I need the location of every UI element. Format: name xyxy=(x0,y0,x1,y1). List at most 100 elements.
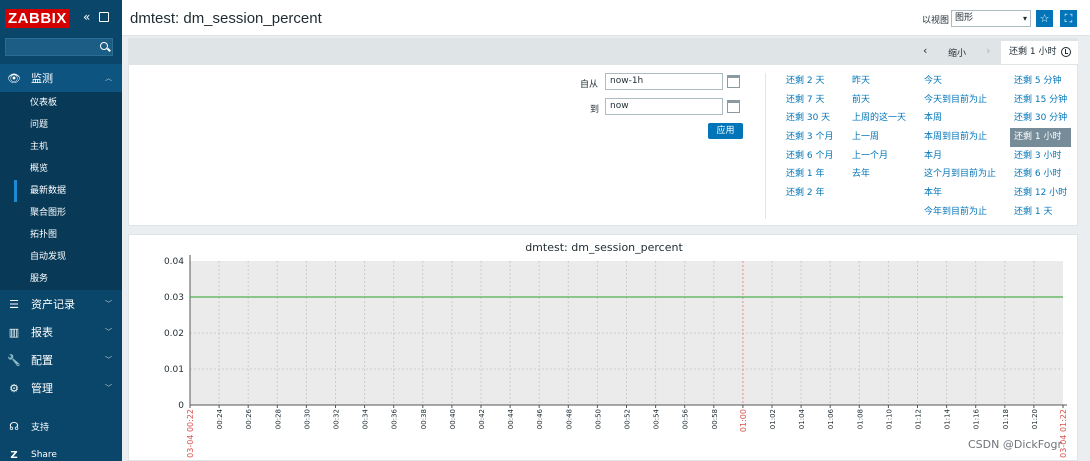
time-range-tab[interactable]: 还剩 1 小时 xyxy=(1001,41,1078,64)
graph-canvas[interactable]: 0.04 0.03 0.02 0.01 003-04 00:22 00:24 00:26 00… xyxy=(129,235,1079,461)
next-period-button[interactable]: › xyxy=(986,44,990,57)
divider xyxy=(765,73,766,219)
x-tick-label: 01:20 xyxy=(1031,409,1039,429)
to-label: 到 xyxy=(590,105,600,115)
quick-range-item[interactable]: 还剩 5 分钟 xyxy=(1010,72,1071,91)
menu-monitoring[interactable]: 👁 监测 ︿ xyxy=(0,64,122,92)
quick-range-item[interactable]: 上周的这一天 xyxy=(848,109,910,128)
quick-range-item[interactable]: 今天到目前为止 xyxy=(920,91,1000,110)
quick-range-item[interactable]: 还剩 30 天 xyxy=(782,109,837,128)
x-tick-label: 01:00 xyxy=(739,409,748,432)
quick-range-item[interactable]: 昨天 xyxy=(848,72,910,91)
calendar-icon[interactable] xyxy=(727,100,740,113)
x-tick-label: 01:04 xyxy=(798,408,806,429)
from-field[interactable]: now-1h xyxy=(605,73,723,90)
add-favorite-button[interactable]: ☆ xyxy=(1036,10,1053,27)
menu-share-label: Share xyxy=(31,450,57,460)
share-z-icon: Z xyxy=(10,449,18,461)
quick-range-item[interactable]: 还剩 6 小时 xyxy=(1010,165,1071,184)
quick-range-item[interactable]: 本周到目前为止 xyxy=(920,128,1000,147)
x-tick-label: 00:44 xyxy=(507,408,515,429)
calendar-icon[interactable] xyxy=(727,75,740,88)
gear-icon: ⚙ xyxy=(9,381,19,395)
chevron-down-icon: ﹀ xyxy=(105,300,112,308)
x-tick-label: 00:56 xyxy=(682,408,690,429)
quick-range-item[interactable]: 本周 xyxy=(920,109,1000,128)
x-tick-label: 00:36 xyxy=(391,408,399,429)
menu-reports[interactable]: ▥ 报表 ﹀ xyxy=(0,318,122,346)
menu-inventory[interactable]: ☰ 资产记录 ﹀ xyxy=(0,290,122,318)
quick-range-item[interactable]: 本年 xyxy=(920,184,1000,203)
menu-share[interactable]: Z Share xyxy=(0,441,122,461)
menu-administration[interactable]: ⚙ 管理 ﹀ xyxy=(0,374,122,402)
quick-range-item[interactable]: 还剩 1 小时 xyxy=(1010,128,1072,147)
quick-range-item[interactable]: 本月 xyxy=(920,147,1000,166)
quick-range-item[interactable]: 还剩 2 天 xyxy=(782,72,837,91)
star-icon: ☆ xyxy=(1039,12,1050,25)
x-tick-label: 01:18 xyxy=(1002,409,1010,429)
quick-range-item[interactable]: 上一周 xyxy=(848,128,910,147)
quick-range-item[interactable]: 还剩 6 个月 xyxy=(782,147,837,166)
submenu-item-hosts[interactable]: 主机 xyxy=(0,136,122,158)
quick-range-item[interactable]: 还剩 2 年 xyxy=(782,184,837,203)
quick-range-item[interactable]: 还剩 15 分钟 xyxy=(1010,91,1071,110)
quick-range-item[interactable]: 还剩 3 个月 xyxy=(782,128,837,147)
time-filter-panel: 自从 now-1h 到 now 应用 还剩 2 天还剩 7 天还剩 30 天还剩… xyxy=(128,64,1078,226)
x-tick-label: 00:50 xyxy=(594,409,602,429)
quick-range-item[interactable]: 这个月到目前为止 xyxy=(920,165,1000,184)
menu-support[interactable]: ☊ 支持 xyxy=(0,412,122,440)
submenu-item-maps[interactable]: 拓扑图 xyxy=(0,224,122,246)
x-tick-label: 00:32 xyxy=(333,409,341,429)
apply-button[interactable]: 应用 xyxy=(708,123,743,139)
zoom-out-button[interactable]: 缩小 xyxy=(948,46,966,59)
x-tick-label: 00:46 xyxy=(536,408,544,429)
quick-range-item[interactable]: 还剩 7 天 xyxy=(782,91,837,110)
quick-range-item[interactable]: 还剩 30 分钟 xyxy=(1010,109,1071,128)
quick-range-item[interactable]: 今年到目前为止 xyxy=(920,203,1000,222)
quick-range-item[interactable]: 上一个月 xyxy=(848,147,910,166)
x-tick-label: 01:06 xyxy=(827,408,835,429)
fullscreen-button[interactable]: ⛶ xyxy=(1060,10,1077,27)
submenu-item-screens[interactable]: 聚合图形 xyxy=(0,202,122,224)
quick-range-item[interactable]: 前天 xyxy=(848,91,910,110)
previous-period-button[interactable]: ‹ xyxy=(923,44,927,57)
quick-range-item[interactable]: 还剩 3 小时 xyxy=(1010,147,1071,166)
x-tick-label: 01:12 xyxy=(915,409,923,429)
zabbix-logo[interactable]: ZABBIX xyxy=(5,9,70,28)
submenu-item-problems[interactable]: 问题 xyxy=(0,114,122,136)
quick-range-item[interactable]: 还剩 1 年 xyxy=(782,165,837,184)
quick-range-item[interactable]: 还剩 1 天 xyxy=(1010,203,1071,222)
submenu-item-overview[interactable]: 概览 xyxy=(0,158,122,180)
quick-range-item[interactable]: 去年 xyxy=(848,165,910,184)
graph-panel: dmtest: dm_session_percent 0.04 0.03 0.02 0… xyxy=(128,234,1078,461)
kiosk-mode-icon[interactable] xyxy=(99,12,109,22)
page-title: dmtest: dm_session_percent xyxy=(130,10,322,27)
menu-configuration[interactable]: 🔧 配置 ﹀ xyxy=(0,346,122,374)
quick-range-column: 昨天 前天 上周的这一天 上一周 上一个月 去年 xyxy=(848,72,910,184)
chevron-down-icon: ﹀ xyxy=(105,384,112,392)
search-input[interactable] xyxy=(5,38,113,56)
clock-icon xyxy=(1061,47,1071,57)
submenu-item-discovery[interactable]: 自动发现 xyxy=(0,246,122,268)
to-field[interactable]: now xyxy=(605,98,723,115)
submenu-item-services[interactable]: 服务 xyxy=(0,268,122,290)
quick-range-column: 还剩 2 天还剩 7 天还剩 30 天还剩 3 个月 还剩 6 个月 还剩 1 年还… xyxy=(782,72,837,203)
submenu-item-dashboard[interactable]: 仪表板 xyxy=(0,92,122,114)
search-icon[interactable] xyxy=(100,42,108,50)
quick-range-item[interactable]: 还剩 12 小时 xyxy=(1010,184,1071,203)
view-as-select[interactable]: 图形 ▾ xyxy=(951,10,1031,27)
menu-configuration-label: 配置 xyxy=(31,354,53,367)
chevron-down-icon: ﹀ xyxy=(105,356,112,364)
y-tick-label: 0.01 xyxy=(164,365,184,375)
x-tick-label: 01:08 xyxy=(856,409,864,429)
x-tick-label: 01:16 xyxy=(973,408,981,429)
quick-range-item[interactable]: 今天 xyxy=(920,72,1000,91)
x-tick-label: 00:40 xyxy=(449,409,457,429)
x-tick-label: 01:14 xyxy=(944,408,952,429)
menu-monitoring-label: 监测 xyxy=(31,72,53,85)
x-tick-label: 00:26 xyxy=(245,408,253,429)
view-as-value: 图形 xyxy=(955,13,974,23)
submenu-item-latest-data[interactable]: 最新数据 xyxy=(0,180,122,202)
x-tick-label: 01:10 xyxy=(885,409,893,429)
collapse-sidebar-icon[interactable]: « xyxy=(83,10,90,24)
